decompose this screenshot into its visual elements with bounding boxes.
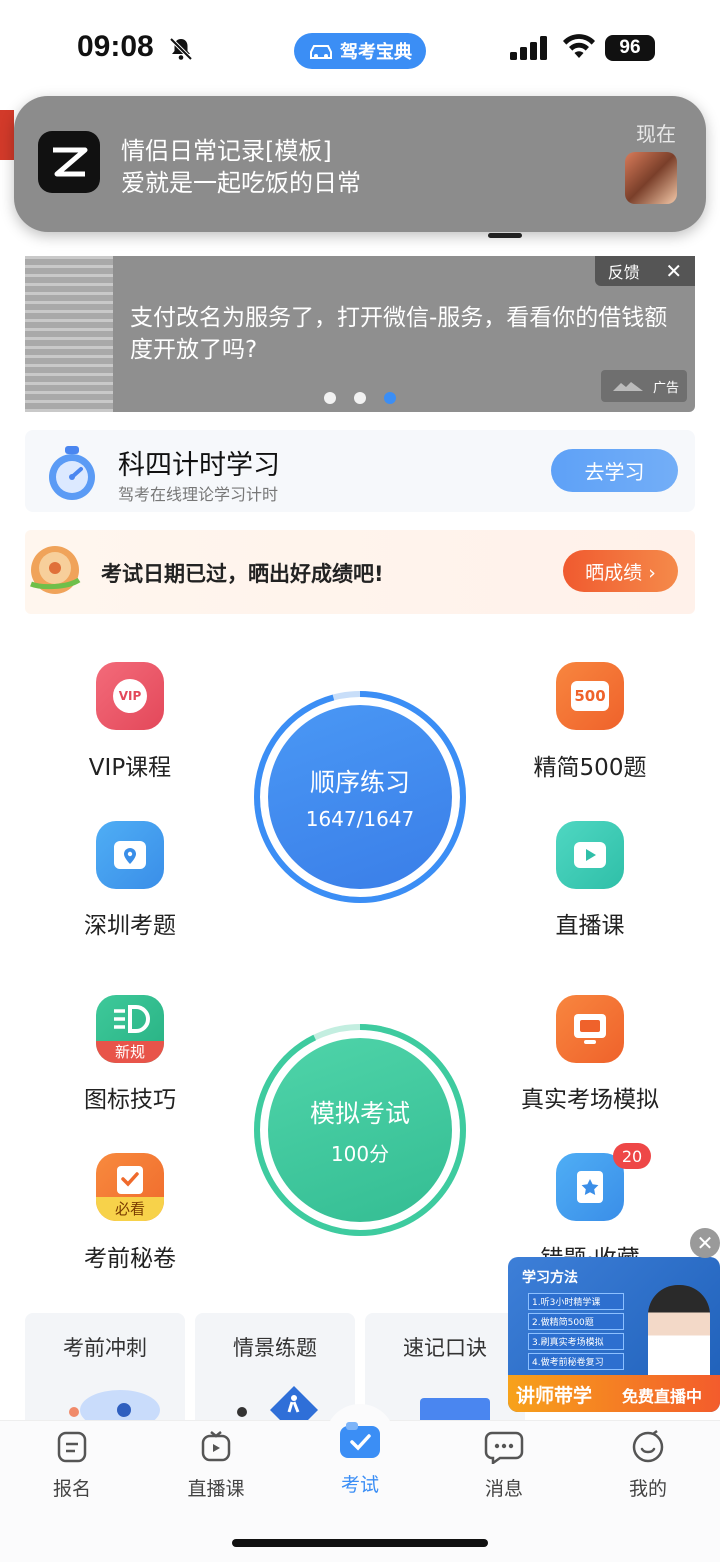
vip-icon-text: VIP: [113, 679, 147, 713]
float-ad-item: 4.做考前秘卷复习: [528, 1353, 624, 1370]
notification-title: 情侣日常记录[模板]: [121, 137, 332, 165]
ad-feedback-label: 反馈: [607, 263, 640, 282]
carousel-dot[interactable]: [354, 392, 366, 404]
sprint-card-label: 考前冲刺: [63, 1336, 147, 1360]
video-play-icon: [574, 842, 606, 868]
ad-logo-icon: [612, 382, 643, 391]
mute-bell-icon: [169, 37, 193, 61]
shenzhen-questions-label[interactable]: 深圳考题: [30, 906, 230, 940]
float-ad-item: 2.做精简500题: [528, 1313, 624, 1330]
shenzhen-questions-icon[interactable]: [96, 821, 164, 889]
ad-feedback-button[interactable]: 反馈 ✕: [595, 256, 695, 286]
mistakes-count-badge: 20: [613, 1143, 651, 1169]
go-study-button[interactable]: 去学习: [551, 449, 678, 492]
notification-time: 现在: [636, 122, 676, 146]
active-app-name: 驾考宝典: [340, 42, 412, 63]
mock-exam-score: 100分: [330, 1141, 390, 1166]
mnemonic-label: 速记口诀: [403, 1336, 487, 1360]
tab-exam-label: 考试: [340, 1474, 379, 1496]
exam-icon: [340, 1422, 380, 1458]
capcut-app-icon: [38, 131, 100, 193]
sign-tips-icon[interactable]: 新规: [96, 995, 164, 1063]
must-see-badge: 必看: [96, 1197, 164, 1221]
rocket-illustration: [69, 1390, 160, 1420]
side-promo-tab[interactable]: [0, 110, 14, 160]
secret-paper-icon[interactable]: 必看: [96, 1153, 164, 1221]
tab-live-label: 直播课: [187, 1478, 245, 1500]
active-app-pill[interactable]: 驾考宝典: [294, 33, 426, 69]
mock-exam-label: 模拟考试: [309, 1098, 410, 1128]
home-indicator[interactable]: [232, 1539, 488, 1547]
real-exam-sim-icon[interactable]: [556, 995, 624, 1063]
ad-badge-label: 广告: [652, 380, 679, 396]
close-icon[interactable]: ✕: [690, 1228, 720, 1258]
notification-handle[interactable]: [488, 233, 522, 238]
mistakes-favorites-icon[interactable]: [556, 1153, 624, 1221]
map-pin-icon: [114, 841, 146, 869]
floating-live-ad[interactable]: 学习方法 1.听3小时精学课 2.做精简500题 3.刷真实考场模拟 4.做考前…: [508, 1257, 720, 1412]
ad-text: 支付改名为服务了，打开微信-服务，看看你的借钱额度开放了吗?: [130, 305, 668, 363]
float-ad-cta: 免费直播中: [622, 1387, 703, 1406]
carousel-dot[interactable]: [324, 392, 336, 404]
stopwatch-icon: [49, 446, 95, 500]
checklist-icon: [117, 1166, 143, 1194]
ad-image: [25, 256, 113, 412]
sequence-practice-button[interactable]: 顺序练习 1647/1647: [268, 705, 452, 889]
timer-study-title: 科四计时学习: [118, 450, 280, 481]
mock-exam-button[interactable]: 模拟考试 100分: [268, 1038, 452, 1222]
document-illustration: [420, 1398, 490, 1420]
battery-indicator: 96: [605, 35, 655, 61]
real-exam-sim-label[interactable]: 真实考场模拟: [490, 1080, 690, 1114]
register-icon: [57, 1431, 87, 1463]
car-icon: [310, 45, 332, 59]
float-ad-item: 1.听3小时精学课: [528, 1293, 624, 1310]
tab-profile-label: 我的: [628, 1478, 667, 1500]
float-ad-item: 3.刷真实考场模拟: [528, 1333, 624, 1350]
tab-messages-label: 消息: [484, 1478, 523, 1500]
sequence-practice-label: 顺序练习: [309, 768, 410, 797]
instructor-photo: [648, 1285, 710, 1377]
sequence-practice-progress: 1647/1647: [305, 807, 415, 831]
live-course-label[interactable]: 直播课: [490, 906, 690, 940]
ad-badge: 广告: [601, 370, 687, 402]
notification-body: 爱就是一起吃饭的日常: [121, 169, 361, 197]
close-icon[interactable]: ✕: [665, 259, 682, 283]
scenario-practice-label: 情景练题: [233, 1336, 317, 1360]
simplified-500-label[interactable]: 精简500题: [490, 748, 690, 782]
tab-register-label: 报名: [52, 1478, 91, 1500]
sign-tips-label[interactable]: 图标技巧: [30, 1080, 230, 1114]
cellular-signal-icon: [510, 36, 547, 60]
carousel-dot-active[interactable]: [384, 392, 396, 404]
tab-profile[interactable]: 我的: [593, 1430, 703, 1501]
vip-course-icon[interactable]: VIP: [96, 662, 164, 730]
notification-thumbnail: [625, 152, 677, 204]
new-rule-badge: 新规: [96, 1041, 164, 1063]
message-icon: [484, 1431, 524, 1466]
status-time: 09:08: [77, 30, 154, 63]
exam-date-text: 考试日期已过，晒出好成绩吧!: [101, 562, 384, 586]
simplified-500-icon[interactable]: 500: [556, 662, 624, 730]
tab-exam[interactable]: 考试: [305, 1422, 415, 1497]
float-ad-list: 1.听3小时精学课 2.做精简500题 3.刷真实考场模拟 4.做考前秘卷复习: [528, 1293, 624, 1370]
vip-course-label[interactable]: VIP课程: [30, 748, 230, 782]
secret-paper-label[interactable]: 考前秘卷: [30, 1239, 230, 1273]
headlight-icon: [114, 1005, 150, 1033]
monitor-icon: [574, 1014, 606, 1044]
live-icon: [201, 1431, 231, 1462]
500-icon-text: 500: [571, 681, 609, 711]
tab-messages[interactable]: 消息: [449, 1430, 559, 1501]
trophy-badge-icon: [30, 546, 81, 594]
live-course-icon[interactable]: [556, 821, 624, 889]
show-score-button[interactable]: 晒成绩 ›: [563, 550, 678, 592]
timer-study-subtitle: 驾考在线理论学习计时: [118, 485, 279, 504]
pedestrian-sign-icon: [237, 1386, 318, 1420]
tab-register[interactable]: 报名: [17, 1430, 127, 1501]
float-ad-slogan: 讲师带学: [516, 1385, 593, 1407]
tab-live[interactable]: 直播课: [161, 1430, 271, 1501]
bookmark-star-icon: [577, 1171, 603, 1203]
profile-icon: [632, 1430, 664, 1463]
wifi-icon: [563, 34, 595, 58]
float-ad-title: 学习方法: [522, 1270, 578, 1286]
